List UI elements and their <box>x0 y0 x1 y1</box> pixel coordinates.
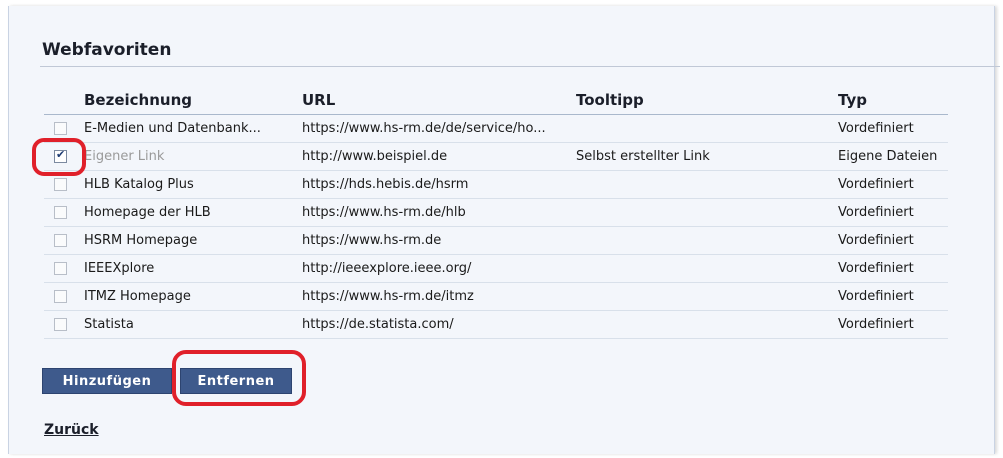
row-url: https://hds.hebis.de/hsrm <box>302 170 576 199</box>
row-type: Eigene Dateien <box>838 142 948 171</box>
row-url: https://www.hs-rm.de/hlb <box>302 198 576 227</box>
header-select <box>44 86 84 115</box>
table-header-row: Bezeichnung URL Tooltipp Typ <box>44 86 948 115</box>
page-title: Webfavoriten <box>42 40 172 60</box>
row-checkbox[interactable] <box>54 318 67 331</box>
row-name: E-Medien und Datenbank... <box>84 114 302 143</box>
row-checkbox[interactable] <box>54 122 67 135</box>
highlight-remove-annotation <box>172 350 306 406</box>
row-type: Vordefiniert <box>838 226 948 255</box>
header-tooltip[interactable]: Tooltipp <box>576 86 838 115</box>
row-checkbox[interactable] <box>54 262 67 275</box>
row-type: Vordefiniert <box>838 170 948 199</box>
row-name: HLB Katalog Plus <box>84 170 302 199</box>
add-button[interactable]: Hinzufügen <box>42 368 172 394</box>
table-row[interactable]: IEEEXplore http://ieeexplore.ieee.org/ V… <box>44 254 948 283</box>
back-link[interactable]: Zurück <box>44 422 99 438</box>
row-checkbox[interactable] <box>54 290 67 303</box>
table-row[interactable]: Statista https://de.statista.com/ Vordef… <box>44 310 948 339</box>
row-tooltip <box>576 282 838 311</box>
row-type: Vordefiniert <box>838 254 948 283</box>
header-name[interactable]: Bezeichnung <box>84 86 302 115</box>
row-checkbox[interactable] <box>54 206 67 219</box>
row-url: http://www.beispiel.de <box>302 142 576 171</box>
row-tooltip: Selbst erstellter Link <box>576 142 838 171</box>
row-url: https://www.hs-rm.de/itmz <box>302 282 576 311</box>
row-tooltip <box>576 198 838 227</box>
row-url: http://ieeexplore.ieee.org/ <box>302 254 576 283</box>
highlight-checkbox-annotation <box>32 138 86 176</box>
row-name: Eigener Link <box>84 142 302 171</box>
title-divider <box>40 66 1000 67</box>
row-name: ITMZ Homepage <box>84 282 302 311</box>
table-row[interactable]: E-Medien und Datenbank... https://www.hs… <box>44 114 948 143</box>
row-name: Homepage der HLB <box>84 198 302 227</box>
header-type[interactable]: Typ <box>838 86 948 115</box>
table-row[interactable]: HLB Katalog Plus https://hds.hebis.de/hs… <box>44 170 948 199</box>
row-url: https://de.statista.com/ <box>302 310 576 339</box>
row-checkbox[interactable] <box>54 178 67 191</box>
row-type: Vordefiniert <box>838 310 948 339</box>
row-type: Vordefiniert <box>838 114 948 143</box>
table-row[interactable]: Homepage der HLB https://www.hs-rm.de/hl… <box>44 198 948 227</box>
table-row[interactable]: ITMZ Homepage https://www.hs-rm.de/itmz … <box>44 282 948 311</box>
row-tooltip <box>576 254 838 283</box>
row-checkbox[interactable] <box>54 234 67 247</box>
row-name: HSRM Homepage <box>84 226 302 255</box>
header-url[interactable]: URL <box>302 86 576 115</box>
table-row[interactable]: Eigener Link http://www.beispiel.de Selb… <box>44 142 948 171</box>
row-tooltip <box>576 310 838 339</box>
favorites-table: Bezeichnung URL Tooltipp Typ E-Medien un… <box>44 86 948 339</box>
row-name: Statista <box>84 310 302 339</box>
row-tooltip <box>576 114 838 143</box>
table-row[interactable]: HSRM Homepage https://www.hs-rm.de Vorde… <box>44 226 948 255</box>
row-tooltip <box>576 226 838 255</box>
row-url: https://www.hs-rm.de <box>302 226 576 255</box>
row-name: IEEEXplore <box>84 254 302 283</box>
row-type: Vordefiniert <box>838 282 948 311</box>
row-url: https://www.hs-rm.de/de/service/ho... <box>302 114 576 143</box>
row-tooltip <box>576 170 838 199</box>
row-type: Vordefiniert <box>838 198 948 227</box>
